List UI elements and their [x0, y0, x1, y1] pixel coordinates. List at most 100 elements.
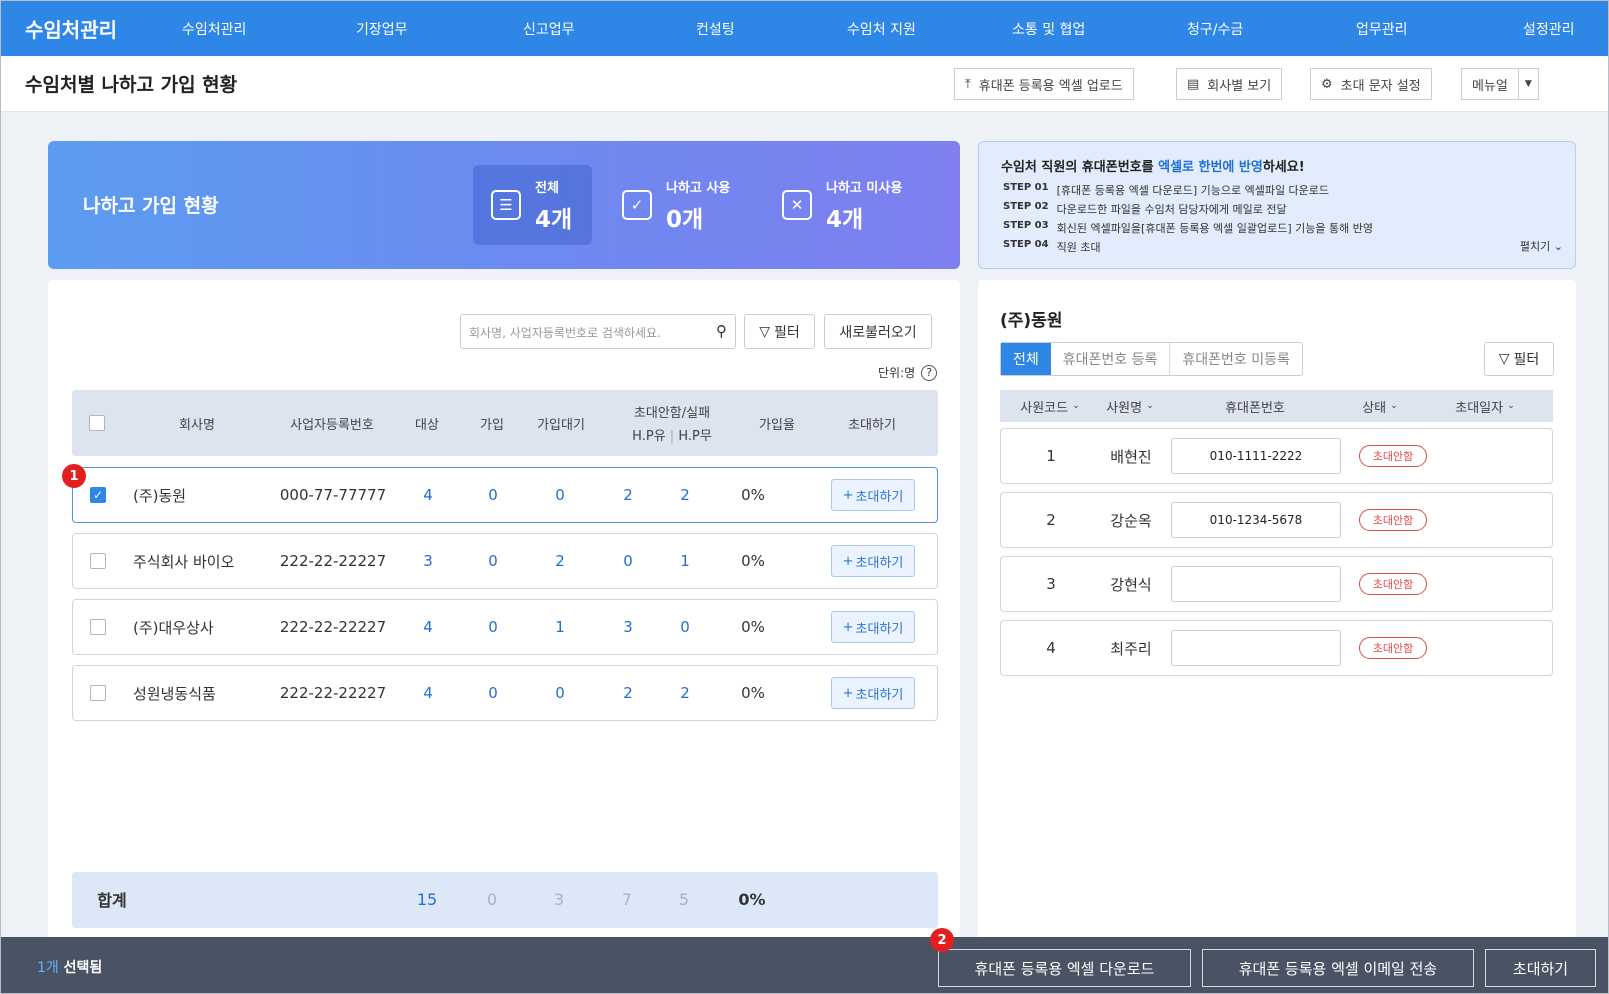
phone-input[interactable] [1171, 566, 1341, 602]
status-badge: 초대안함 [1359, 509, 1427, 531]
waiting-count[interactable]: 1 [535, 600, 585, 654]
nav-item-clients[interactable]: 수임처관리 [182, 19, 246, 39]
nav-item-settings[interactable]: 설정관리 [1523, 19, 1575, 39]
invite-button[interactable]: + 초대하기 [831, 479, 915, 511]
select-all-checkbox[interactable] [82, 390, 112, 456]
row-checkbox[interactable]: ✓ [83, 468, 113, 522]
employee-row[interactable]: 1 배현진 010-1111-2222 초대안함 [1000, 428, 1553, 484]
excel-upload-label: 휴대폰 등록용 엑셀 업로드 [978, 78, 1123, 94]
row-checkbox[interactable] [83, 600, 113, 654]
tab-phone-unregistered[interactable]: 휴대폰번호 미등록 [1170, 343, 1302, 375]
manual-button[interactable]: 메뉴얼 ▼ [1461, 68, 1539, 100]
hp-no-count[interactable]: 0 [660, 600, 710, 654]
col-status[interactable]: 상태 ⌄ [1345, 390, 1415, 422]
employee-row[interactable]: 2 강순옥 010-1234-5678 초대안함 [1000, 492, 1553, 548]
table-row[interactable]: 성원냉동식품 222-22-22227 4 0 0 2 2 0% + 초대하기 [72, 665, 938, 721]
hp-no-count[interactable]: 2 [660, 468, 710, 522]
col-uninvited-label: 초대안함/실패 [633, 406, 711, 421]
joined-count[interactable]: 0 [468, 534, 518, 588]
excel-download-button[interactable]: 휴대폰 등록용 엑셀 다운로드 [938, 949, 1191, 987]
table-row[interactable]: 주식회사 바이오 222-22-22227 3 0 2 0 1 0% + 초대하기 [72, 533, 938, 589]
hp-yes-count[interactable]: 0 [603, 534, 653, 588]
selection-count-number: 1개 [37, 960, 59, 976]
stat-not-using[interactable]: ✕ 나하고 미사용 4개 [764, 165, 920, 245]
table-row[interactable]: (주)대우상사 222-22-22227 4 0 1 3 0 0% + 초대하기 [72, 599, 938, 655]
total-label: 합계 [97, 891, 127, 910]
hp-no-count[interactable]: 2 [660, 666, 710, 720]
stat-using[interactable]: ✓ 나하고 사용 0개 [604, 165, 748, 245]
checkbox[interactable] [90, 553, 106, 569]
stat-total[interactable]: ☰ 전체 4개 [473, 165, 592, 245]
tab-phone-registered[interactable]: 휴대폰번호 등록 [1051, 343, 1171, 375]
search-icon[interactable]: ⚲ [716, 322, 727, 340]
employee-row[interactable]: 3 강현식 초대안함 [1000, 556, 1553, 612]
hp-no-count[interactable]: 1 [660, 534, 710, 588]
excel-guide-box: 수임처 직원의 휴대폰번호를 엑셀로 한번에 반영하세요! STEP 01 [휴대… [978, 141, 1576, 269]
company-view-button[interactable]: ▤ 회사별 보기 [1176, 68, 1283, 100]
nav-item-filing[interactable]: 신고업무 [523, 19, 575, 39]
employee-filter-button[interactable]: ▽ 필터 [1484, 342, 1554, 376]
target-count[interactable]: 4 [403, 600, 453, 654]
brand-logo[interactable]: 수임처관리 [1, 14, 181, 43]
col-emp-name[interactable]: 사원명 ⌄ [1095, 390, 1165, 422]
nav-item-client-support[interactable]: 수임처 지원 [847, 19, 916, 39]
excel-upload-button[interactable]: ⤒ 휴대폰 등록용 엑셀 업로드 [954, 68, 1134, 100]
guide-step: STEP 04 직원 초대 [1003, 239, 1101, 255]
checkbox[interactable] [90, 685, 106, 701]
hp-yes-count[interactable]: 2 [603, 468, 653, 522]
invite-all-button[interactable]: 초대하기 [1485, 949, 1596, 987]
tab-all[interactable]: 전체 [1001, 343, 1051, 375]
excel-email-button[interactable]: 휴대폰 등록용 엑셀 이메일 전송 [1202, 949, 1474, 987]
hp-yes-count[interactable]: 2 [603, 666, 653, 720]
signup-status-banner: 나하고 가입 현황 ☰ 전체 4개 ✓ 나하고 사용 0개 ✕ 나하고 미사용 4개 [48, 141, 960, 269]
nav-item-consulting[interactable]: 컨설팅 [696, 19, 735, 39]
row-checkbox[interactable] [83, 534, 113, 588]
joined-count[interactable]: 0 [468, 600, 518, 654]
table-row[interactable]: ✓ (주)동원 000-77-77777 4 0 0 2 2 0% + 초대하기 [72, 467, 938, 523]
waiting-count[interactable]: 0 [535, 666, 585, 720]
phone-input[interactable]: 010-1111-2222 [1171, 438, 1341, 474]
status-badge: 초대안함 [1359, 445, 1427, 467]
employee-name: 배현진 [1110, 447, 1152, 466]
nav-item-collaboration[interactable]: 소통 및 협업 [1012, 19, 1085, 39]
nav-item-billing[interactable]: 청구/수금 [1187, 19, 1243, 39]
expand-toggle[interactable]: 펼치기 ⌄ [1520, 238, 1563, 254]
nav-item-bookkeeping[interactable]: 기장업무 [356, 19, 408, 39]
checkbox[interactable]: ✓ [90, 487, 106, 503]
phone-input[interactable] [1171, 630, 1341, 666]
col-emp-code[interactable]: 사원코드 ⌄ [1010, 390, 1090, 422]
help-icon[interactable]: ? [921, 364, 938, 381]
checkbox[interactable] [89, 415, 105, 431]
employee-code: 1 [1046, 447, 1056, 465]
search-input[interactable]: 회사명, 사업자등록번호로 검색하세요. ⚲ [460, 314, 736, 349]
joined-count[interactable]: 0 [468, 468, 518, 522]
invite-settings-button[interactable]: ⚙ 초대 문자 설정 [1310, 68, 1432, 100]
waiting-count[interactable]: 2 [535, 534, 585, 588]
chevron-down-icon[interactable]: ▼ [1517, 69, 1538, 99]
hp-yes-count[interactable]: 3 [603, 600, 653, 654]
chevron-down-icon: ⌄ [1072, 401, 1080, 411]
invite-button[interactable]: + 초대하기 [831, 677, 915, 709]
nav-item-work[interactable]: 업무관리 [1356, 19, 1408, 39]
col-invite-date[interactable]: 초대일자 ⌄ [1440, 390, 1530, 422]
business-number: 000-77-77777 [279, 486, 387, 504]
col-invite: 초대하기 [848, 417, 896, 433]
plus-icon: + [842, 553, 854, 569]
filter-icon: ▽ [759, 323, 770, 340]
target-count[interactable]: 3 [403, 534, 453, 588]
bottom-action-bar: 1개 선택됨 휴대폰 등록용 엑셀 다운로드 휴대폰 등록용 엑셀 이메일 전송… [1, 937, 1608, 993]
col-target: 대상 [415, 417, 439, 433]
invite-button[interactable]: + 초대하기 [831, 611, 915, 643]
step-number: STEP 04 [1003, 239, 1049, 250]
joined-count[interactable]: 0 [468, 666, 518, 720]
invite-button[interactable]: + 초대하기 [831, 545, 915, 577]
target-count[interactable]: 4 [403, 468, 453, 522]
refresh-button[interactable]: 새로불러오기 [824, 314, 932, 349]
row-checkbox[interactable] [83, 666, 113, 720]
waiting-count[interactable]: 0 [535, 468, 585, 522]
filter-button[interactable]: ▽ 필터 [744, 314, 815, 349]
checkbox[interactable] [90, 619, 106, 635]
target-count[interactable]: 4 [403, 666, 453, 720]
phone-input[interactable]: 010-1234-5678 [1171, 502, 1341, 538]
employee-row[interactable]: 4 최주리 초대안함 [1000, 620, 1553, 676]
